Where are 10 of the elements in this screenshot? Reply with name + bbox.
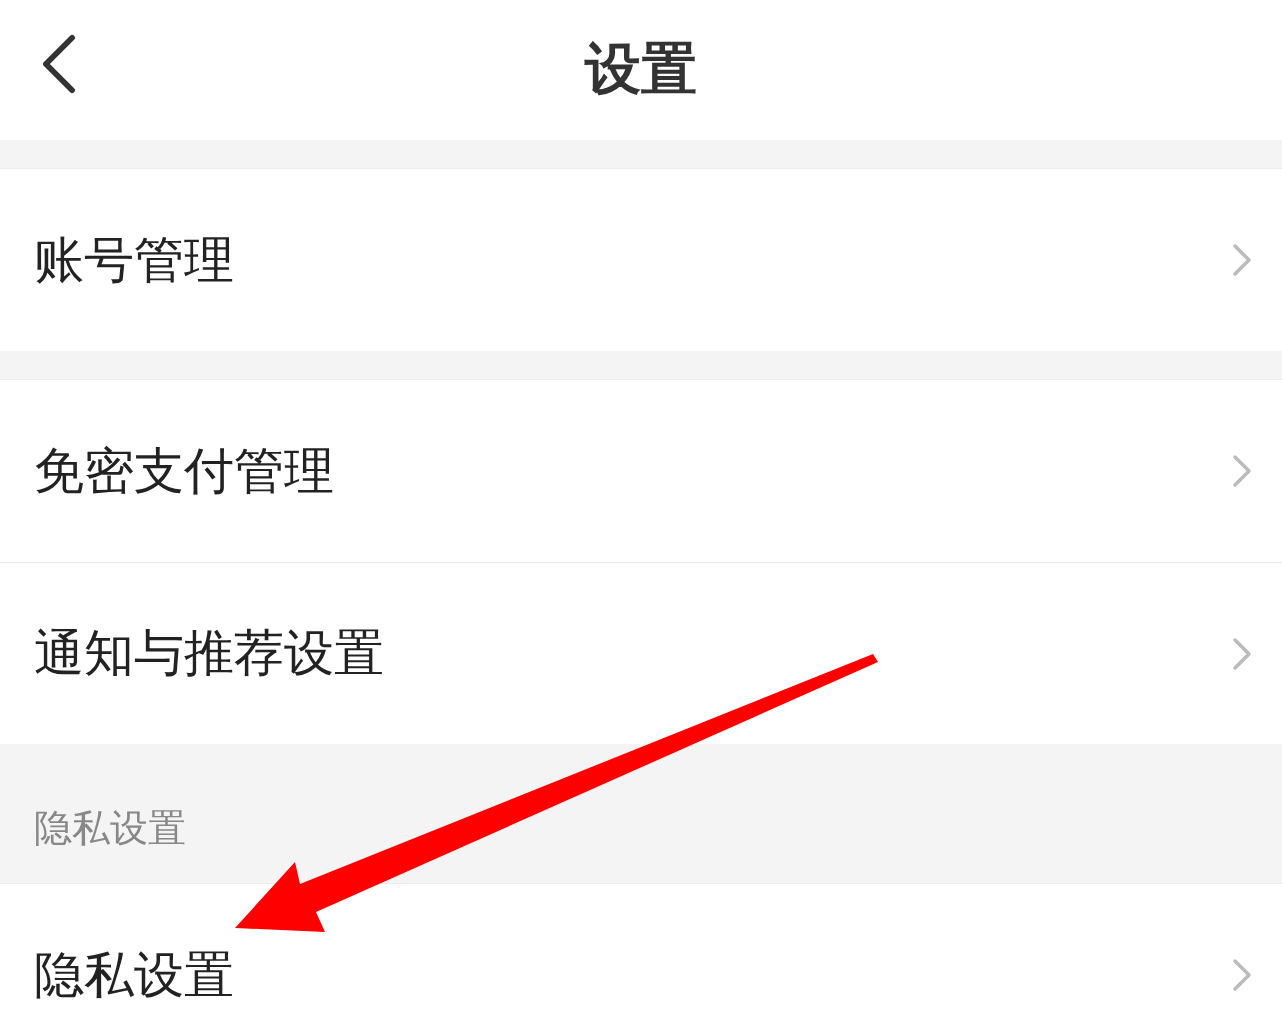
settings-row[interactable]: 免密支付管理	[0, 380, 1282, 562]
section-header: 隐私设置	[34, 805, 186, 852]
back-icon[interactable]	[40, 34, 78, 94]
chevron-icon	[1232, 636, 1252, 671]
chevron-icon	[1232, 958, 1252, 992]
settings-row[interactable]: 隐私设置	[0, 884, 1282, 1012]
settings-row[interactable]: 账号管理	[0, 169, 1282, 351]
page-title: 设置	[585, 35, 697, 103]
chevron-icon	[1232, 243, 1252, 277]
chevron-icon	[1232, 454, 1252, 488]
